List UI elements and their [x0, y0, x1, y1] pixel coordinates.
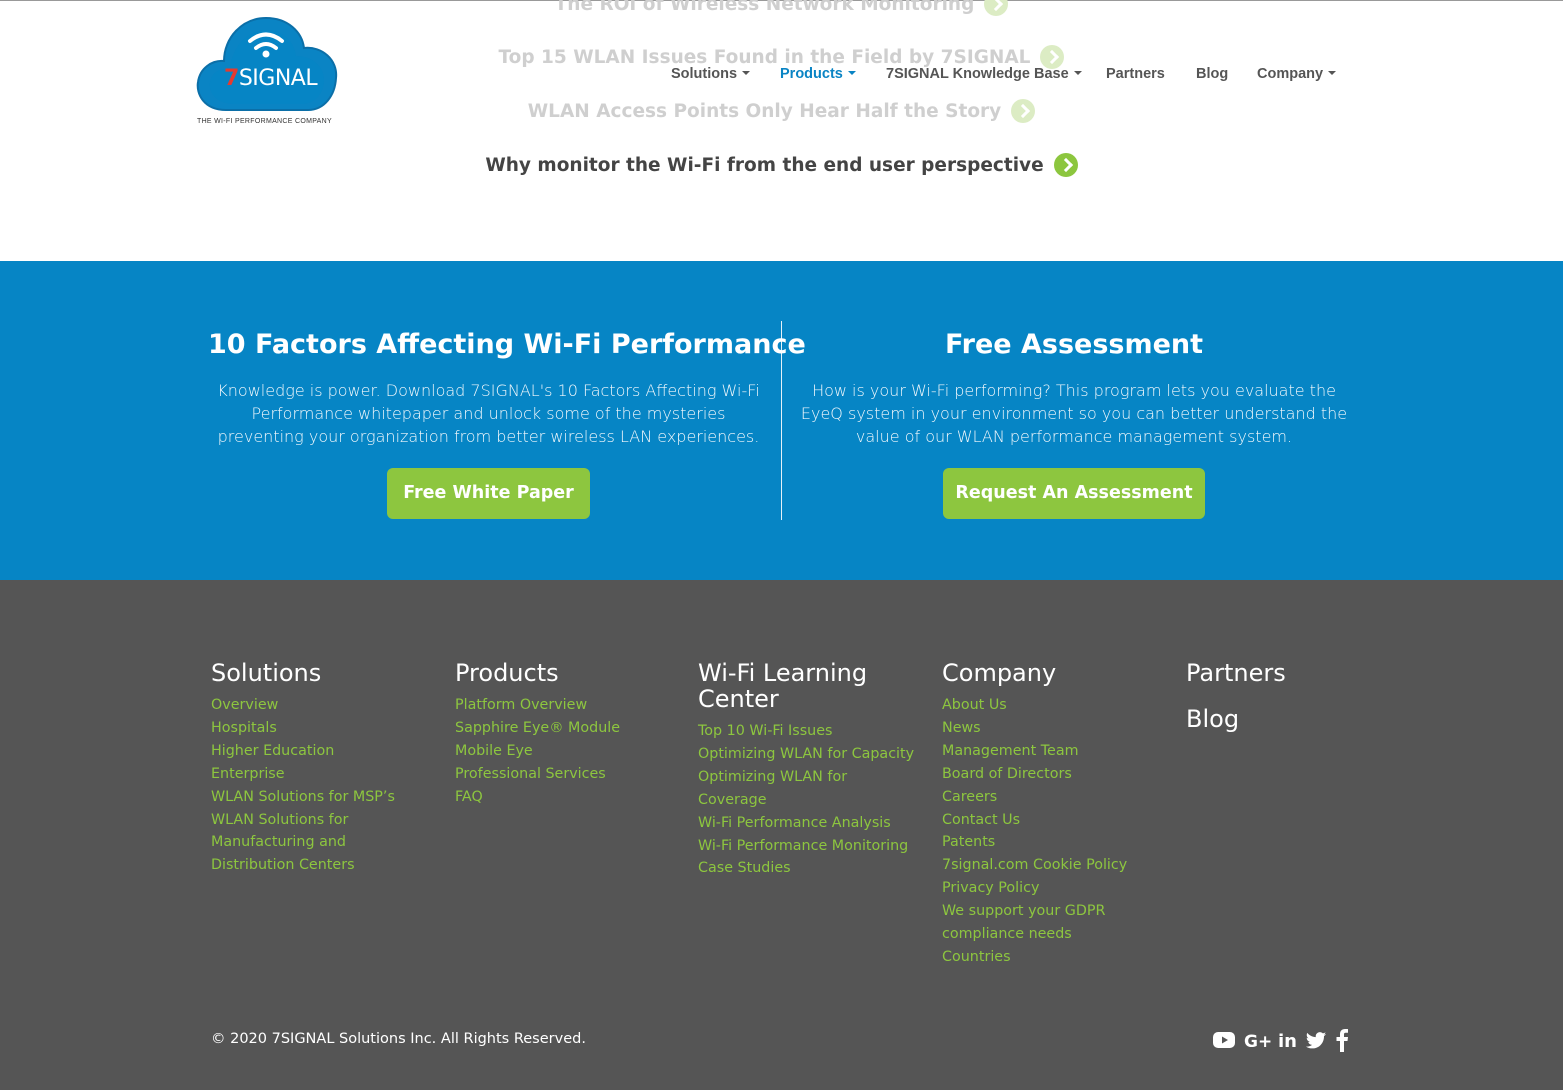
free-white-paper-button[interactable]: Free White Paper	[387, 468, 590, 519]
footer-links: About Us News Management Team Board of D…	[942, 694, 1162, 969]
article-link[interactable]: Why monitor the Wi-Fi from the end user …	[0, 153, 1563, 177]
footer-column-company: Company About Us News Management Team Bo…	[942, 660, 1162, 969]
nav-blog[interactable]: Blog	[1196, 66, 1228, 82]
footer-links: Top 10 Wi-Fi Issues Optimizing WLAN for …	[698, 720, 918, 880]
footer-link[interactable]: News	[942, 717, 1162, 740]
caret-down-icon	[847, 71, 856, 76]
main-nav: Solutions Products 7SIGNAL Knowledge Bas…	[0, 66, 1563, 86]
footer-column-learning-center: Wi-Fi Learning Center Top 10 Wi-Fi Issue…	[698, 660, 918, 880]
footer-link[interactable]: We support your GDPR compliance needs	[942, 900, 1162, 946]
cta-right-text: How is your Wi-Fi performing? This progr…	[800, 381, 1348, 446]
svg-text:G+: G+	[1244, 1032, 1272, 1052]
copyright: © 2020 7SIGNAL Solutions Inc. All Rights…	[211, 1031, 586, 1047]
caret-down-icon	[1073, 71, 1082, 76]
footer-link[interactable]: Patents	[942, 831, 1162, 854]
footer-link[interactable]: 7signal.com Cookie Policy	[942, 854, 1162, 877]
footer-heading: Company	[942, 659, 1057, 687]
article-link-label: Why monitor the Wi-Fi from the end user …	[485, 154, 1044, 176]
footer-link[interactable]: Privacy Policy	[942, 877, 1162, 900]
cta-left-text: Knowledge is power. Download 7SIGNAL's 1…	[217, 381, 760, 446]
article-link-label: Top 15 WLAN Issues Found in the Field by…	[498, 46, 1031, 68]
footer-partners-link[interactable]: Partners	[1186, 660, 1386, 686]
footer-column-solutions: Solutions Overview Hospitals Higher Educ…	[211, 660, 431, 877]
footer-link[interactable]: Countries	[942, 946, 1162, 969]
cta-right-title: Free Assessment	[944, 329, 1204, 360]
nav-knowledge-base[interactable]: 7SIGNAL Knowledge Base	[886, 66, 1082, 82]
footer-link[interactable]: Case Studies	[698, 857, 918, 880]
request-assessment-button[interactable]: Request An Assessment	[943, 468, 1205, 519]
footer-link[interactable]: Professional Services	[455, 763, 675, 786]
footer-link[interactable]: Mobile Eye	[455, 740, 675, 763]
nav-company[interactable]: Company	[1257, 66, 1337, 82]
footer-link[interactable]: Platform Overview	[455, 694, 675, 717]
footer-heading: Wi-Fi Learning Center	[698, 659, 868, 713]
footer-link[interactable]: WLAN Solutions for MSP’s	[211, 786, 431, 809]
google-plus-icon[interactable]: G+	[1244, 1028, 1272, 1052]
footer-blog-link[interactable]: Blog	[1186, 706, 1386, 732]
footer-column-products: Products Platform Overview Sapphire Eye®…	[455, 660, 675, 809]
svg-text:in: in	[1278, 1031, 1297, 1052]
footer-link[interactable]: Careers	[942, 786, 1162, 809]
footer-column-extra: Partners Blog	[1186, 660, 1386, 732]
nav-label: Partners	[1106, 66, 1165, 82]
footer-link[interactable]: Contact Us	[942, 809, 1162, 832]
twitter-icon[interactable]	[1305, 1028, 1327, 1052]
footer-link[interactable]: Optimizing WLAN for Coverage	[698, 766, 918, 812]
article-link-label: The ROI of Wireless Network Monitoring	[554, 0, 975, 15]
footer-link[interactable]: About Us	[942, 694, 1162, 717]
nav-partners[interactable]: Partners	[1106, 66, 1165, 82]
nav-label: Blog	[1196, 66, 1229, 82]
chevron-right-icon	[984, 0, 1009, 16]
footer-link[interactable]: Wi-Fi Performance Monitoring	[698, 835, 918, 858]
nav-label: 7SIGNAL Knowledge Base	[886, 66, 1069, 82]
article-link[interactable]: The ROI of Wireless Network Monitoring	[0, 0, 1563, 16]
footer-links: Overview Hospitals Higher Education Ente…	[211, 694, 431, 877]
footer-link[interactable]: Enterprise	[211, 763, 431, 786]
footer-link[interactable]: Hospitals	[211, 717, 431, 740]
caret-down-icon	[742, 71, 751, 76]
footer-link[interactable]: Sapphire Eye® Module	[455, 717, 675, 740]
footer-link[interactable]: Optimizing WLAN for Capacity	[698, 743, 918, 766]
youtube-icon[interactable]	[1212, 1028, 1236, 1052]
footer-link[interactable]: Top 10 Wi-Fi Issues	[698, 720, 918, 743]
footer-heading: Products	[455, 659, 559, 687]
nav-label: Products	[780, 66, 843, 82]
footer-link[interactable]: Overview	[211, 694, 431, 717]
footer-link[interactable]: Board of Directors	[942, 763, 1162, 786]
chevron-right-icon	[1053, 153, 1078, 177]
footer-heading: Solutions	[211, 659, 322, 687]
nav-label: Company	[1257, 66, 1324, 82]
footer-link[interactable]: Management Team	[942, 740, 1162, 763]
linkedin-icon[interactable]: in	[1278, 1028, 1298, 1052]
facebook-icon[interactable]	[1334, 1028, 1350, 1052]
footer-link[interactable]: Wi-Fi Performance Analysis	[698, 812, 918, 835]
nav-products[interactable]: Products	[780, 66, 856, 82]
chevron-right-icon	[1011, 99, 1036, 123]
cta-left-title: 10 Factors Affecting Wi-Fi Performance	[208, 329, 806, 360]
nav-label: Solutions	[671, 66, 738, 82]
footer-link[interactable]: Higher Education	[211, 740, 431, 763]
footer-links: Platform Overview Sapphire Eye® Module M…	[455, 694, 675, 809]
nav-solutions[interactable]: Solutions	[671, 66, 751, 82]
footer-link[interactable]: WLAN Solutions for Manufacturing and Dis…	[211, 809, 431, 878]
footer-link[interactable]: FAQ	[455, 786, 675, 809]
caret-down-icon	[1328, 71, 1337, 76]
article-link-label: WLAN Access Points Only Hear Half the St…	[527, 100, 1002, 122]
article-link[interactable]: WLAN Access Points Only Hear Half the St…	[0, 99, 1563, 123]
